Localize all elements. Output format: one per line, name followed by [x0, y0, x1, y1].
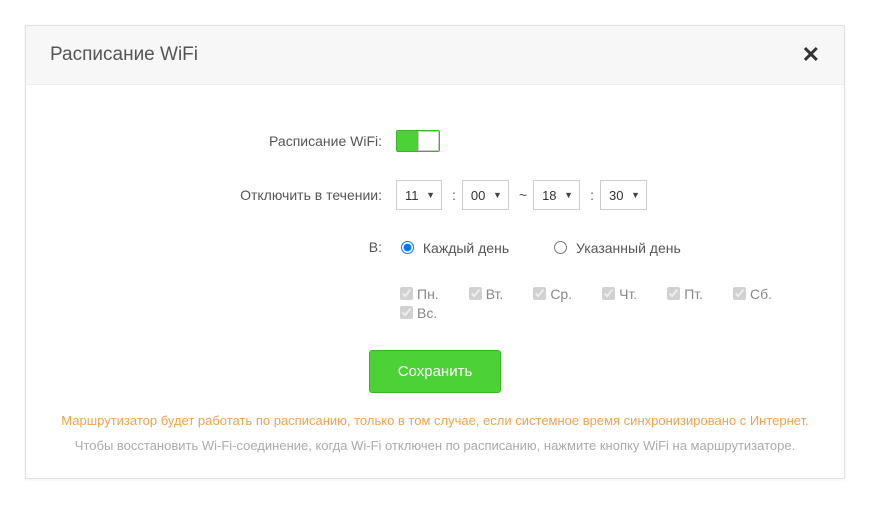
disable-during-label: Отключить в течении: [56, 187, 396, 203]
modal-header: Расписание WiFi ✕ [26, 26, 844, 85]
day-fri-checkbox[interactable] [667, 287, 680, 300]
day-sun-checkbox[interactable] [400, 306, 413, 319]
day-sun[interactable]: Вс. [396, 303, 437, 322]
row-days: Пн. Вт. Ср. Чт. Пт. Сб. Вс. [56, 284, 814, 322]
repeat-label: В: [56, 239, 396, 255]
modal-body: Расписание WiFi: Отключить в течении: 11… [26, 85, 844, 478]
radio-every-day-label: Каждый день [423, 240, 509, 256]
radio-selected-day-label: Указанный день [576, 240, 681, 256]
row-time-range: Отключить в течении: 11 : 00 ~ 18 : 30 [56, 180, 814, 210]
row-repeat: В: Каждый день Указанный день [56, 238, 814, 256]
day-thu[interactable]: Чт. [598, 284, 637, 303]
note-restore-tip: Чтобы восстановить Wi-Fi-соединение, ког… [56, 438, 814, 453]
day-wed[interactable]: Ср. [529, 284, 572, 303]
time-colon-2: : [590, 187, 594, 203]
from-min-select[interactable]: 00 [462, 180, 509, 210]
schedule-label: Расписание WiFi: [56, 133, 396, 149]
modal-title: Расписание WiFi [50, 44, 198, 66]
radio-selected-day[interactable]: Указанный день [549, 238, 681, 256]
day-wed-checkbox[interactable] [533, 287, 546, 300]
time-colon-1: : [452, 187, 456, 203]
day-thu-checkbox[interactable] [602, 287, 615, 300]
time-range-sep: ~ [519, 187, 527, 203]
note-sync-warning: Маршрутизатор будет работать по расписан… [56, 413, 814, 428]
row-save: Сохранить [56, 350, 814, 393]
radio-every-day[interactable]: Каждый день [396, 238, 509, 256]
to-min-select[interactable]: 30 [600, 180, 647, 210]
from-hour-select[interactable]: 11 [396, 180, 442, 210]
wifi-schedule-modal: Расписание WiFi ✕ Расписание WiFi: Отклю… [25, 25, 845, 479]
day-sat-checkbox[interactable] [733, 287, 746, 300]
day-fri[interactable]: Пт. [663, 284, 703, 303]
radio-selected-day-input[interactable] [554, 241, 567, 254]
close-icon[interactable]: ✕ [802, 44, 820, 66]
day-mon-checkbox[interactable] [400, 287, 413, 300]
radio-every-day-input[interactable] [401, 241, 414, 254]
day-mon[interactable]: Пн. [396, 284, 439, 303]
day-tue-checkbox[interactable] [469, 287, 482, 300]
save-button[interactable]: Сохранить [369, 350, 502, 393]
toggle-knob [418, 131, 439, 151]
day-tue[interactable]: Вт. [465, 284, 504, 303]
row-schedule-toggle: Расписание WiFi: [56, 130, 814, 152]
day-sat[interactable]: Сб. [729, 284, 772, 303]
to-hour-select[interactable]: 18 [533, 180, 580, 210]
schedule-toggle[interactable] [396, 130, 440, 152]
